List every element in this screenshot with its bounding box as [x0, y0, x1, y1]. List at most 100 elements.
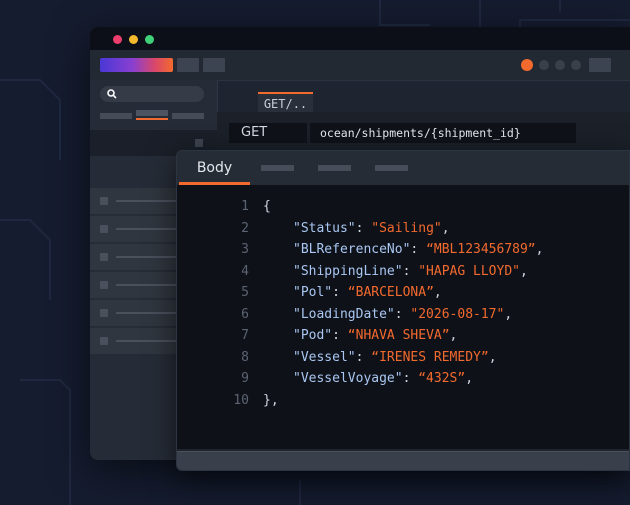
code-text: "BLReferenceNo": “MBL123456789”, [263, 239, 543, 260]
code-line: 10}, [177, 390, 629, 411]
panel-tab[interactable] [261, 165, 294, 171]
minimize-window-button[interactable] [129, 35, 138, 44]
json-key: "ShippingLine" [293, 263, 403, 279]
panel-tab[interactable] [375, 165, 408, 171]
status-dot-active [521, 59, 533, 71]
json-colon: : [410, 242, 427, 257]
line-number: 10 [233, 392, 249, 408]
json-colon: : [355, 220, 372, 236]
json-key: "Vessel" [293, 349, 356, 365]
code-line: 4 "ShippingLine": "HAPAG LLOYD", [177, 261, 629, 282]
code-text: "LoadingDate": "2026-08-17", [263, 304, 512, 325]
json-value: “NHAVA SHEVA” [347, 328, 450, 343]
json-value: "HAPAG LLOYD" [418, 263, 520, 279]
sidebar-tab[interactable] [172, 113, 204, 119]
json-colon: : [332, 285, 348, 300]
json-separator: , [519, 263, 528, 279]
sidebar-tab[interactable] [100, 113, 132, 119]
close-brace: }, [263, 392, 279, 408]
toolbar-button[interactable] [177, 58, 199, 72]
code-text: "Status": "Sailing", [263, 218, 450, 239]
request-tab[interactable]: GET/.. [258, 92, 313, 114]
json-value: “IRENES REMEDY” [371, 349, 489, 365]
select-all-checkbox[interactable] [195, 139, 203, 147]
search-icon [107, 89, 117, 99]
code-line: 7 "Pod": “NHAVA SHEVA”, [177, 325, 629, 346]
app-logo [100, 58, 173, 72]
json-separator: , [535, 242, 544, 257]
json-value: "2026-08-17" [410, 306, 505, 322]
json-value: “432S” [418, 371, 466, 386]
json-colon: : [402, 263, 419, 279]
line-number: 8 [241, 349, 249, 365]
close-window-button[interactable] [113, 35, 122, 44]
toolbar-button[interactable] [203, 58, 225, 72]
window-titlebar [90, 27, 630, 50]
status-dot [555, 60, 565, 70]
status-dot [539, 60, 549, 70]
request-icon [100, 225, 108, 233]
code-line: 1{ [177, 196, 629, 217]
code-text: { [263, 196, 271, 217]
json-colon: : [402, 371, 419, 386]
json-key: "Pod" [293, 328, 333, 343]
response-body-panel: Body 1{2 "Status": "Sailing", 3 "BLReferenc… [176, 150, 630, 471]
tab-body[interactable]: Body [179, 151, 250, 185]
line-number: 9 [241, 371, 249, 386]
url-input[interactable]: ocean/shipments/{shipment_id} [310, 123, 576, 143]
sidebar-tab-active[interactable] [136, 110, 168, 116]
code-text: "Pol": “BARCELONA”, [263, 282, 442, 303]
code-text: "ShippingLine": "HAPAG LLOYD", [263, 261, 528, 282]
json-key: "LoadingDate" [293, 306, 395, 322]
json-key: "Pol" [293, 285, 333, 300]
code-line: 8 "Vessel": “IRENES REMEDY”, [177, 347, 629, 368]
http-method-select[interactable]: GET [229, 123, 307, 143]
request-icon [100, 309, 108, 317]
panel-tab[interactable] [318, 165, 351, 171]
search-input[interactable] [100, 86, 204, 102]
maximize-window-button[interactable] [145, 35, 154, 44]
json-colon: : [332, 328, 348, 343]
json-key: "Status" [293, 220, 356, 236]
json-separator: , [449, 328, 458, 343]
code-text: "Pod": “NHAVA SHEVA”, [263, 325, 457, 346]
open-brace: { [263, 199, 271, 214]
json-key: "VesselVoyage" [293, 371, 403, 386]
json-value: “BARCELONA” [347, 285, 434, 300]
line-number: 7 [241, 328, 249, 343]
code-line: 6 "LoadingDate": "2026-08-17", [177, 304, 629, 325]
code-line: 3 "BLReferenceNo": “MBL123456789”, [177, 239, 629, 260]
panel-footer [177, 451, 629, 470]
code-line: 2 "Status": "Sailing", [177, 218, 629, 239]
status-dot [571, 60, 581, 70]
code-line: 9 "VesselVoyage": “432S”, [177, 368, 629, 389]
json-colon: : [355, 349, 372, 365]
panel-tabs: Body [177, 151, 629, 185]
sidebar-tab-active-underline [136, 118, 168, 120]
json-separator: , [504, 306, 513, 322]
json-colon: : [394, 306, 411, 322]
code-line: 5 "Pol": “BARCELONA”, [177, 282, 629, 303]
line-number: 3 [241, 242, 249, 257]
request-icon [100, 253, 108, 261]
code-editor[interactable]: 1{2 "Status": "Sailing", 3 "BLReferenceNo":… [177, 185, 629, 449]
request-icon [100, 337, 108, 345]
line-number: 6 [241, 306, 249, 322]
json-separator: , [433, 285, 442, 300]
line-number: 2 [241, 220, 249, 236]
request-icon [100, 281, 108, 289]
json-value: “MBL123456789” [426, 242, 536, 257]
line-number: 1 [241, 199, 249, 214]
code-text: }, [263, 390, 279, 411]
code-text: "Vessel": “IRENES REMEDY”, [263, 347, 497, 368]
code-text: "VesselVoyage": “432S”, [263, 368, 473, 389]
request-icon [100, 197, 108, 205]
line-number: 4 [241, 263, 249, 279]
json-separator: , [441, 220, 450, 236]
json-separator: , [465, 371, 474, 386]
toolbar-menu-button[interactable] [589, 58, 611, 72]
json-value: "Sailing" [371, 220, 442, 236]
json-separator: , [488, 349, 497, 365]
json-key: "BLReferenceNo" [293, 242, 411, 257]
line-number: 5 [241, 285, 249, 300]
